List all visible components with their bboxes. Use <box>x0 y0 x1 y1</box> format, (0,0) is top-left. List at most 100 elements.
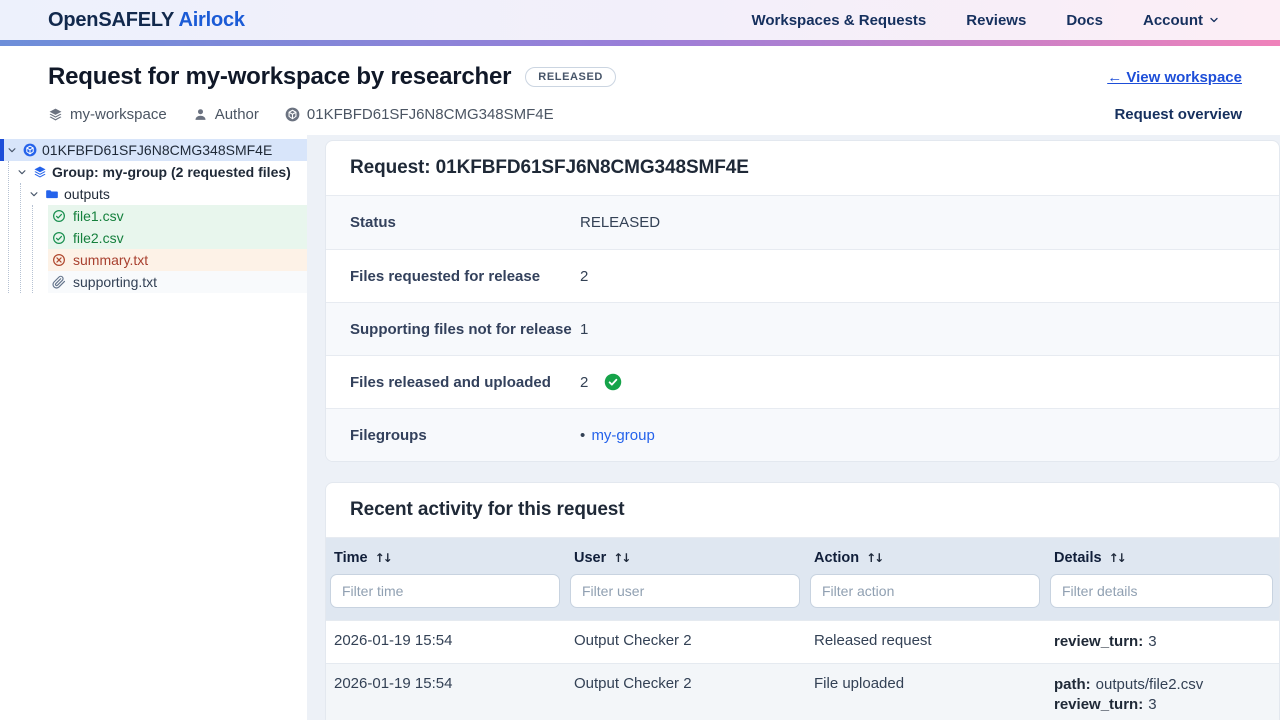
activity-row: 2026-01-19 15:54 Output Checker 2 File u… <box>326 663 1279 720</box>
tree-item-label: outputs <box>64 186 110 202</box>
column-label: Time <box>334 550 368 566</box>
folder-icon <box>45 187 59 201</box>
activity-table-header: Time ↑↓ User ↑↓ Action ↑↓ Details ↑↓ <box>326 538 1279 620</box>
filter-time-input[interactable] <box>330 574 560 608</box>
tree-item-file1-csv[interactable]: file1.csv <box>48 205 307 227</box>
detail-val: outputs/file2.csv <box>1096 676 1204 693</box>
tree-guide-line <box>20 183 21 293</box>
filter-action-input[interactable] <box>810 574 1040 608</box>
detail-row-supporting-files: Supporting files not for release 1 <box>326 302 1279 355</box>
detail-key: review_turn: <box>1054 633 1143 650</box>
activity-user: Output Checker 2 <box>566 664 806 720</box>
page-title: Request for my-workspace by researcher <box>48 63 511 91</box>
detail-value: 1 <box>580 321 588 338</box>
x-circle-icon <box>52 253 66 267</box>
activity-user: Output Checker 2 <box>566 621 806 663</box>
meta-workspace-label: my-workspace <box>70 106 167 123</box>
uploaded-check-icon <box>604 373 622 391</box>
meta-request-id-value: 01KFBFD61SFJ6N8CMG348SMF4E <box>307 106 554 123</box>
activity-time: 2026-01-19 15:54 <box>326 664 566 720</box>
request-card-title: Request: 01KFBFD61SFJ6N8CMG348SMF4E <box>326 141 1279 196</box>
person-icon <box>193 107 208 122</box>
nav-account-menu[interactable]: Account <box>1143 12 1220 29</box>
meta-author-label: Author <box>215 106 259 123</box>
tree-item-label: file1.csv <box>73 208 124 224</box>
tree-item-label: 01KFBFD61SFJ6N8CMG348SMF4E <box>42 142 272 158</box>
filegroup-link[interactable]: my-group <box>591 427 654 444</box>
tree-item-label: file2.csv <box>73 230 124 246</box>
meta-request-id: 01KFBFD61SFJ6N8CMG348SMF4E <box>285 106 554 123</box>
sort-icon[interactable]: ↑↓ <box>375 551 391 565</box>
detail-label: Status <box>326 214 580 231</box>
request-details-card: Request: 01KFBFD61SFJ6N8CMG348SMF4E Stat… <box>325 140 1280 462</box>
tree-item-label: summary.txt <box>73 252 148 268</box>
tree-item-summary-txt[interactable]: summary.txt <box>48 249 307 271</box>
activity-time: 2026-01-19 15:54 <box>326 621 566 663</box>
layers-icon <box>48 107 63 122</box>
nav-docs[interactable]: Docs <box>1066 12 1103 29</box>
main-column: Request: 01KFBFD61SFJ6N8CMG348SMF4E Stat… <box>325 135 1280 720</box>
activity-details: path: outputs/file2.csv review_turn: 3 <box>1046 664 1279 720</box>
tree-item-label: supporting.txt <box>73 274 157 290</box>
top-navbar: OpenSAFELY Airlock Workspaces & Requests… <box>0 0 1280 40</box>
nav-reviews[interactable]: Reviews <box>966 12 1026 29</box>
tree-item-folder-outputs[interactable]: outputs <box>0 183 307 205</box>
filter-user-input[interactable] <box>570 574 800 608</box>
page-header: Request for my-workspace by researcher R… <box>0 46 1280 135</box>
content-area: 01KFBFD61SFJ6N8CMG348SMF4E Group: my-gro… <box>0 135 1280 720</box>
detail-row-files-released: Files released and uploaded 2 <box>326 355 1279 408</box>
paperclip-icon <box>52 275 66 289</box>
activity-card-title: Recent activity for this request <box>326 483 1279 538</box>
detail-label: Files released and uploaded <box>326 374 580 391</box>
meta-author: Author <box>193 106 259 123</box>
brand-primary: OpenSAFELY <box>48 9 174 31</box>
detail-val: 3 <box>1148 696 1156 713</box>
column-header-action[interactable]: Action ↑↓ <box>806 538 1046 568</box>
column-header-time[interactable]: Time ↑↓ <box>326 538 566 568</box>
chevron-down-icon[interactable] <box>16 166 28 178</box>
request-overview-link[interactable]: Request overview <box>1114 106 1242 123</box>
column-label: Action <box>814 550 859 566</box>
column-header-user[interactable]: User ↑↓ <box>566 538 806 568</box>
status-badge: RELEASED <box>525 67 616 87</box>
detail-value: 2 <box>580 268 588 285</box>
detail-row-filegroups: Filegroups • my-group <box>326 408 1279 461</box>
layers-icon <box>33 165 47 179</box>
activity-row: 2026-01-19 15:54 Output Checker 2 Releas… <box>326 620 1279 663</box>
detail-label: Files requested for release <box>326 268 580 285</box>
tree-item-group-my-group[interactable]: Group: my-group (2 requested files) <box>0 161 307 183</box>
bullet-icon: • <box>580 427 585 444</box>
filter-details-input[interactable] <box>1050 574 1273 608</box>
tree-item-request-root[interactable]: 01KFBFD61SFJ6N8CMG348SMF4E <box>0 139 307 161</box>
tree-guide-line <box>8 161 9 293</box>
request-meta: my-workspace Author 01KFBFD61SFJ6N8CMG34… <box>48 106 616 123</box>
column-header-details[interactable]: Details ↑↓ <box>1046 538 1279 568</box>
detail-key: path: <box>1054 676 1091 693</box>
detail-label: Filegroups <box>326 427 580 444</box>
detail-label: Supporting files not for release <box>326 321 580 338</box>
sort-icon[interactable]: ↑↓ <box>1109 551 1125 565</box>
nav-account-label: Account <box>1143 12 1203 29</box>
nav-workspaces-requests[interactable]: Workspaces & Requests <box>751 12 926 29</box>
tree-item-file2-csv[interactable]: file2.csv <box>48 227 307 249</box>
sort-icon[interactable]: ↑↓ <box>866 551 882 565</box>
detail-row-files-requested: Files requested for release 2 <box>326 249 1279 302</box>
detail-row-status: Status RELEASED <box>326 196 1279 249</box>
tree-item-supporting-txt[interactable]: supporting.txt <box>48 271 307 293</box>
request-cube-icon <box>23 143 37 157</box>
page-header-left: Request for my-workspace by researcher R… <box>48 60 616 135</box>
activity-action: Released request <box>806 621 1046 663</box>
check-circle-icon <box>52 209 66 223</box>
chevron-down-icon[interactable] <box>28 188 40 200</box>
chevron-down-icon[interactable] <box>6 144 18 156</box>
detail-key: review_turn: <box>1054 696 1143 713</box>
brand-logo[interactable]: OpenSAFELY Airlock <box>48 9 245 32</box>
view-workspace-link[interactable]: ← View workspace <box>1107 60 1242 94</box>
detail-value: RELEASED <box>580 214 660 231</box>
sort-icon[interactable]: ↑↓ <box>613 551 629 565</box>
activity-details: review_turn:3 <box>1046 621 1279 663</box>
nav-links: Workspaces & Requests Reviews Docs Accou… <box>751 12 1220 29</box>
file-tree-sidebar: 01KFBFD61SFJ6N8CMG348SMF4E Group: my-gro… <box>0 135 307 720</box>
brand-secondary: Airlock <box>178 9 244 31</box>
activity-action: File uploaded <box>806 664 1046 720</box>
